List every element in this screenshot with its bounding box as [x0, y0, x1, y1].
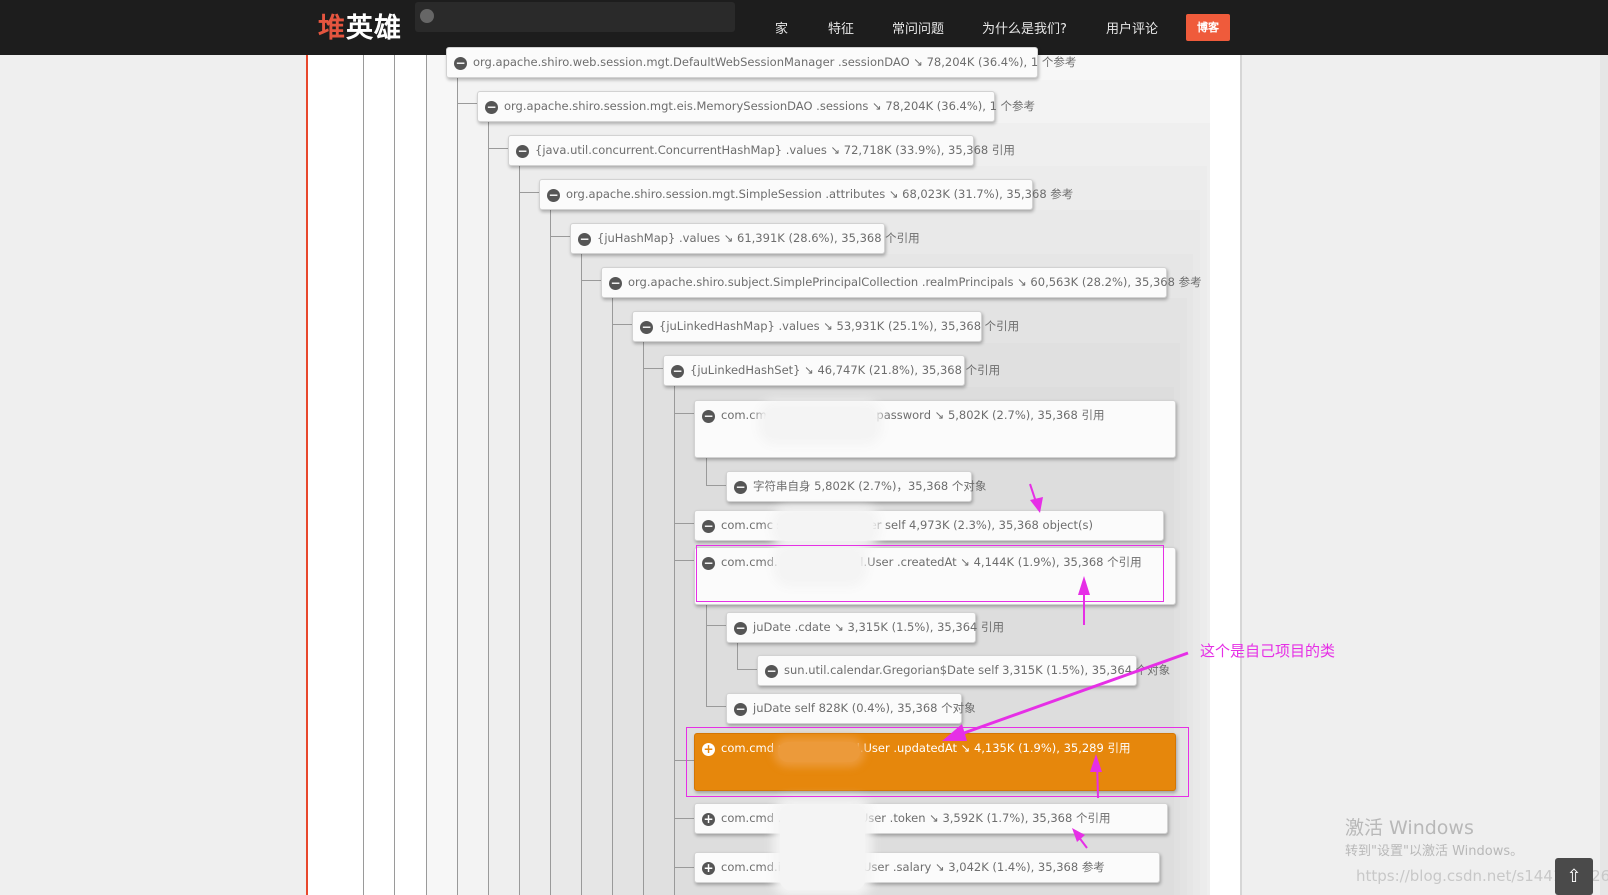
- arrow-up-icon[interactable]: ⇧: [1555, 858, 1593, 895]
- annotation-label: 这个是自己项目的类: [1200, 642, 1336, 660]
- windows-activation-subtitle: 转到"设置"以激活 Windows。: [1345, 844, 1524, 859]
- annotation-arrows: [942, 483, 1189, 849]
- windows-activation-title: 激活 Windows: [1345, 817, 1474, 839]
